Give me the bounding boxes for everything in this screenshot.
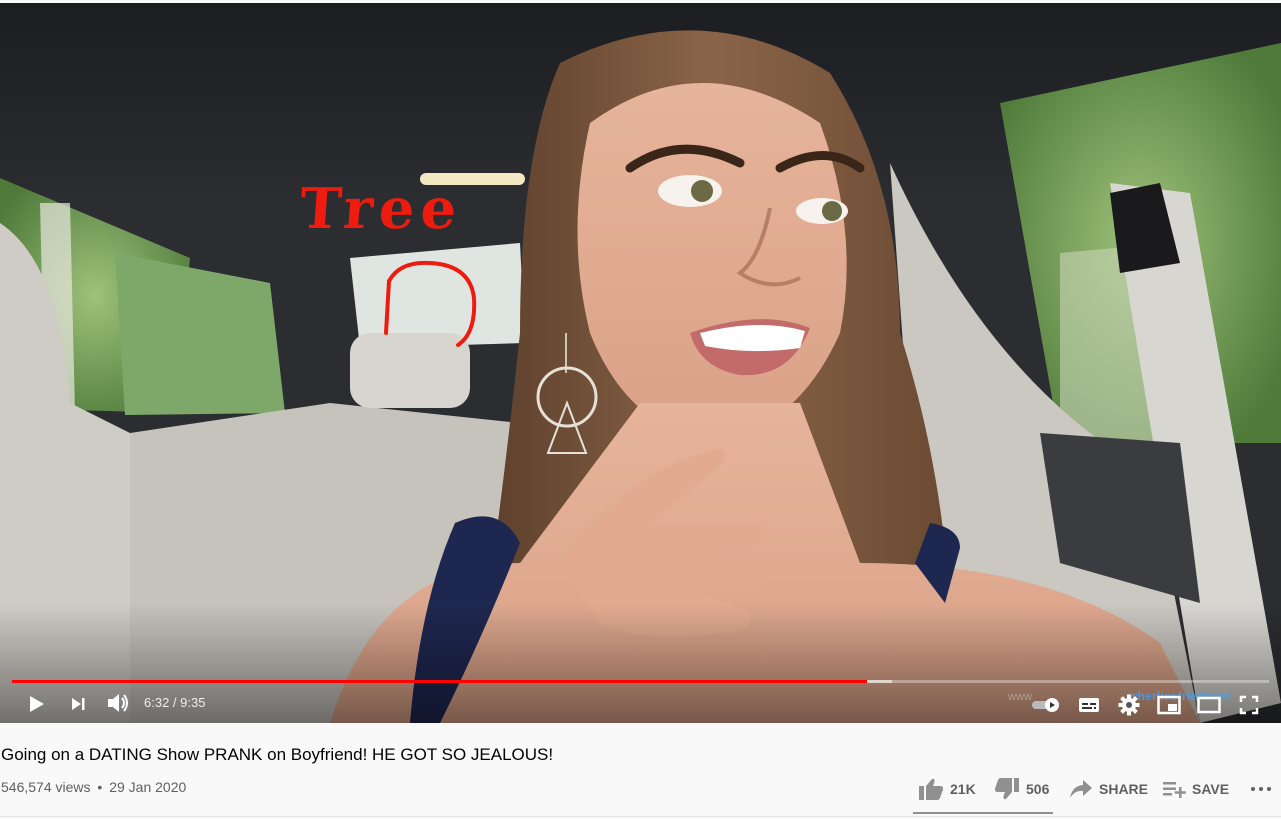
miniplayer-button[interactable]	[1155, 692, 1183, 718]
volume-button[interactable]	[104, 689, 132, 717]
video-meta: 546,574 views • 29 Jan 2020	[1, 779, 186, 795]
upload-date: 29 Jan 2020	[109, 779, 187, 795]
subtitles-icon	[1079, 698, 1099, 712]
fullscreen-icon	[1239, 695, 1259, 715]
dislike-count: 506	[1026, 781, 1050, 797]
fullscreen-button[interactable]	[1236, 692, 1262, 718]
next-icon	[72, 698, 85, 710]
share-label: SHARE	[1099, 781, 1149, 797]
time-current: 6:32	[144, 695, 170, 710]
playlist-add-icon	[1163, 782, 1186, 798]
view-count: 546,574 views	[1, 779, 91, 795]
autoplay-toggle-icon	[1032, 698, 1059, 712]
like-count: 21K	[950, 781, 976, 797]
progress-bar[interactable]	[12, 680, 1269, 683]
settings-button[interactable]	[1116, 692, 1142, 718]
time-separator: /	[169, 695, 181, 710]
next-button[interactable]	[64, 690, 92, 718]
autoplay-toggle[interactable]	[1030, 693, 1062, 717]
video-title: Going on a DATING Show PRANK on Boyfrien…	[1, 745, 554, 764]
subtitles-button[interactable]	[1076, 692, 1102, 718]
meta-separator: •	[97, 779, 103, 795]
video-frame	[0, 3, 1281, 723]
theater-mode-icon	[1197, 696, 1221, 714]
divider	[0, 816, 1281, 817]
like-button[interactable]: 21K	[918, 776, 976, 802]
thumbs-up-icon	[919, 778, 944, 800]
share-button[interactable]: SHARE	[1069, 776, 1148, 802]
time-total: 9:35	[180, 695, 206, 710]
more-actions-button[interactable]	[1250, 776, 1272, 802]
gear-icon	[1118, 694, 1140, 716]
miniplayer-icon	[1157, 695, 1181, 715]
save-button[interactable]: SAVE	[1162, 776, 1229, 802]
video-player[interactable]: Tree 6:32 / 9:35 www wherliesfriedman	[0, 3, 1281, 723]
play-icon	[30, 696, 44, 712]
theater-mode-button[interactable]	[1195, 692, 1223, 718]
time-display: 6:32 / 9:35	[144, 695, 205, 711]
share-arrow-icon	[1070, 780, 1092, 798]
watermark-prefix: www	[1008, 691, 1032, 703]
play-button[interactable]	[22, 690, 50, 718]
save-label: SAVE	[1192, 781, 1230, 797]
thumbs-down-icon	[994, 778, 1019, 800]
progress-played	[12, 680, 867, 683]
dislike-button[interactable]: 506	[994, 776, 1049, 802]
volume-icon	[108, 694, 128, 712]
like-ratio-fill	[913, 812, 1051, 814]
annotation-text: Tree	[297, 176, 465, 242]
like-dislike-ratio-bar	[913, 812, 1053, 814]
more-horizontal-icon	[1251, 787, 1271, 791]
